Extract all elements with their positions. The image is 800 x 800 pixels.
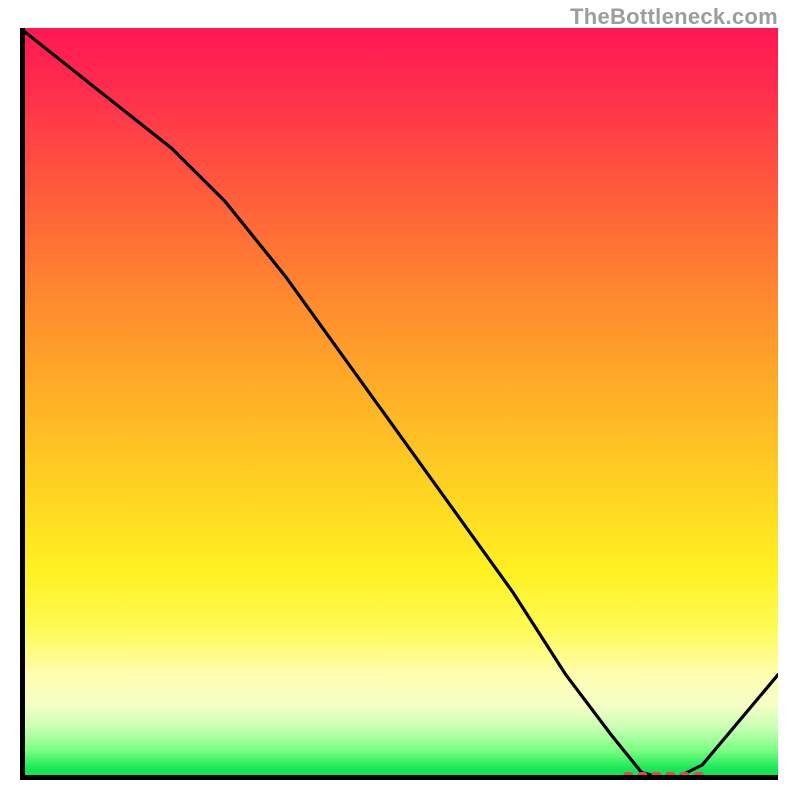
curve-layer	[20, 28, 778, 780]
chart-container: TheBottleneck.com	[0, 0, 800, 800]
plot-area	[20, 28, 778, 780]
watermark-text: TheBottleneck.com	[570, 4, 778, 30]
bottleneck-curve	[20, 28, 778, 780]
